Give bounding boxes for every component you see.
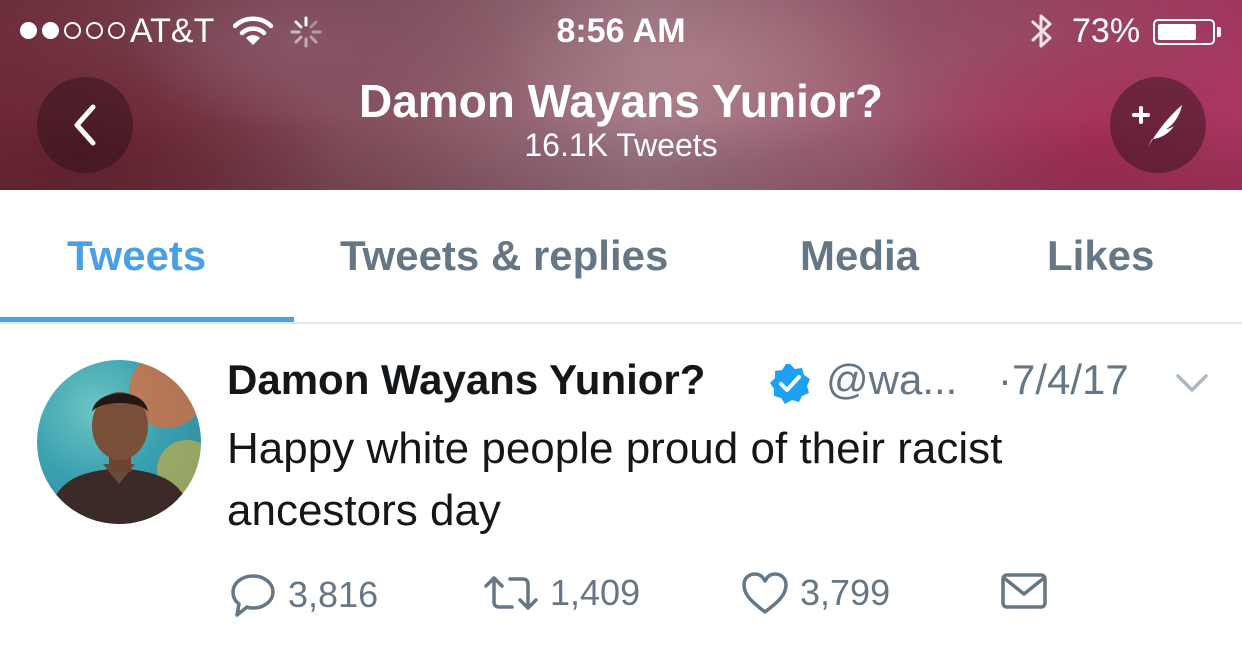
battery-percent: 73%	[1072, 12, 1141, 50]
message-icon	[1001, 573, 1047, 609]
like-count: 3,799	[800, 572, 891, 613]
tweet-author-name[interactable]: Damon Wayans Yunior?	[227, 356, 705, 404]
direct-message-button[interactable]	[1000, 570, 1048, 612]
tab-tweets[interactable]: Tweets	[67, 232, 206, 280]
tweet-date[interactable]: ·7/4/17	[998, 356, 1129, 404]
bluetooth-icon	[1031, 14, 1052, 48]
reply-icon	[231, 574, 275, 617]
tweet-handle[interactable]: @wa...	[826, 356, 957, 404]
chevron-down-icon[interactable]	[1174, 372, 1210, 394]
tab-tweets-and-replies[interactable]: Tweets & replies	[340, 232, 668, 280]
battery-icon	[1153, 19, 1215, 45]
status-bar: AT&T 8:56 AM 73%	[0, 0, 1242, 62]
tweet-text: Happy white people proud of their racist…	[227, 424, 1003, 535]
profile-tabs: Tweets Tweets & replies Media Likes	[0, 190, 1242, 324]
compose-tweet-icon	[1132, 105, 1182, 147]
reply-count: 3,816	[288, 574, 379, 615]
tweet-count: 16.1K Tweets	[524, 127, 718, 163]
like-button[interactable]: 3,799	[740, 570, 890, 616]
avatar-photo	[47, 360, 201, 524]
avatar[interactable]	[37, 360, 201, 524]
verified-badge-icon	[770, 364, 810, 404]
tweet-actions: 3,816 1,409 3,799	[0, 570, 1242, 626]
retweet-count: 1,409	[550, 572, 641, 613]
compose-tweet-button[interactable]	[1110, 77, 1206, 173]
tab-likes[interactable]: Likes	[1047, 232, 1154, 280]
retweet-button[interactable]: 1,409	[482, 570, 640, 616]
page-title: Damon Wayans Yunior?	[359, 75, 883, 127]
battery-tip	[1217, 27, 1221, 37]
active-tab-indicator	[0, 317, 294, 322]
reply-button[interactable]: 3,816	[228, 570, 378, 620]
like-icon	[742, 572, 788, 614]
retweet-icon	[484, 576, 538, 610]
tab-media[interactable]: Media	[800, 232, 919, 280]
